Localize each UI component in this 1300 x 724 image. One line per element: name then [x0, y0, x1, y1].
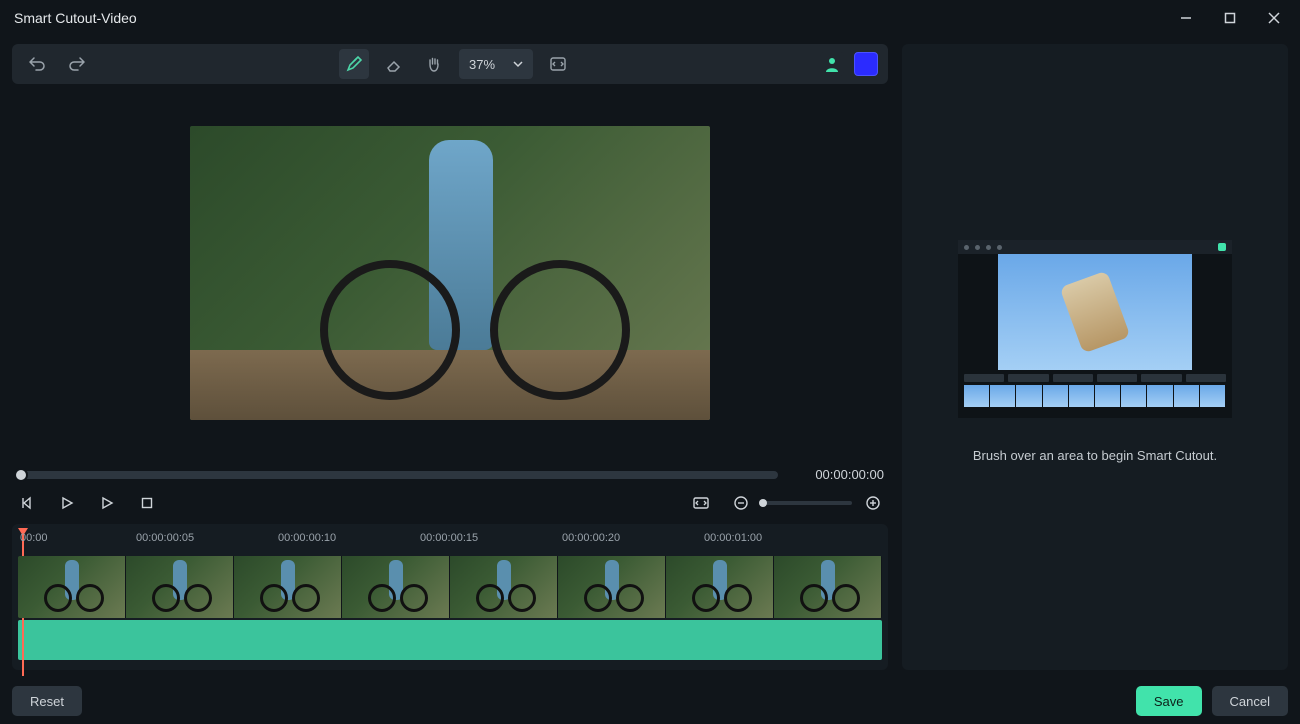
person-swatch[interactable]	[820, 52, 844, 76]
window-title: Smart Cutout-Video	[14, 10, 137, 26]
ruler-tick: 00:00:00:05	[136, 532, 194, 544]
preview-frame	[190, 126, 710, 420]
save-button[interactable]: Save	[1136, 686, 1202, 716]
step-forward-button[interactable]	[96, 492, 118, 514]
timeline-panel: 00:00 00:00:00:05 00:00:00:10 00:00:00:1…	[12, 524, 888, 670]
zoom-in-button[interactable]	[862, 492, 884, 514]
minimize-button[interactable]	[1168, 4, 1204, 32]
video-preview[interactable]	[12, 84, 888, 461]
left-pane: 37%	[12, 44, 888, 670]
ruler-tick: 00:00:00:20	[562, 532, 620, 544]
pan-tool-button[interactable]	[419, 49, 449, 79]
maximize-button[interactable]	[1212, 4, 1248, 32]
reset-button[interactable]: Reset	[12, 686, 82, 716]
position-scrubber[interactable]	[16, 471, 778, 479]
scrubber-row: 00:00:00:00	[12, 461, 888, 488]
content: 37%	[0, 36, 1300, 678]
close-button[interactable]	[1256, 4, 1292, 32]
ruler-tick: 00:00	[20, 532, 48, 544]
eraser-tool-button[interactable]	[379, 49, 409, 79]
right-panel: Brush over an area to begin Smart Cutout…	[902, 44, 1288, 670]
timecode-display: 00:00:00:00	[794, 467, 884, 482]
zoom-slider[interactable]	[762, 501, 852, 505]
redo-button[interactable]	[62, 49, 92, 79]
playback-controls	[12, 488, 888, 524]
bottom-bar: Reset Save Cancel	[0, 678, 1300, 724]
fit-button[interactable]	[690, 492, 712, 514]
chevron-down-icon	[513, 59, 523, 69]
accent-color-swatch[interactable]	[854, 52, 878, 76]
guide-preview	[958, 240, 1232, 418]
scrubber-thumb[interactable]	[14, 468, 28, 482]
window-controls	[1168, 4, 1292, 32]
zoom-value: 37%	[469, 57, 495, 72]
clip-thumbnails[interactable]	[18, 556, 882, 618]
step-back-button[interactable]	[16, 492, 38, 514]
ruler-tick: 00:00:00:10	[278, 532, 336, 544]
undo-button[interactable]	[22, 49, 52, 79]
compare-toggle-button[interactable]	[543, 49, 573, 79]
guide-hint: Brush over an area to begin Smart Cutout…	[973, 448, 1217, 463]
play-button[interactable]	[56, 492, 78, 514]
editor-toolbar: 37%	[12, 44, 888, 84]
timeline-ruler[interactable]: 00:00 00:00:00:05 00:00:00:10 00:00:00:1…	[18, 530, 882, 556]
stop-button[interactable]	[136, 492, 158, 514]
zoom-slider-thumb[interactable]	[759, 499, 767, 507]
brush-tool-button[interactable]	[339, 49, 369, 79]
zoom-select[interactable]: 37%	[459, 49, 533, 79]
ruler-tick: 00:00:00:15	[420, 532, 478, 544]
zoom-out-button[interactable]	[730, 492, 752, 514]
cancel-button[interactable]: Cancel	[1212, 686, 1288, 716]
ruler-tick: 00:00:01:00	[704, 532, 762, 544]
titlebar: Smart Cutout-Video	[0, 0, 1300, 36]
zoom-controls	[730, 492, 884, 514]
effect-track[interactable]	[18, 620, 882, 660]
